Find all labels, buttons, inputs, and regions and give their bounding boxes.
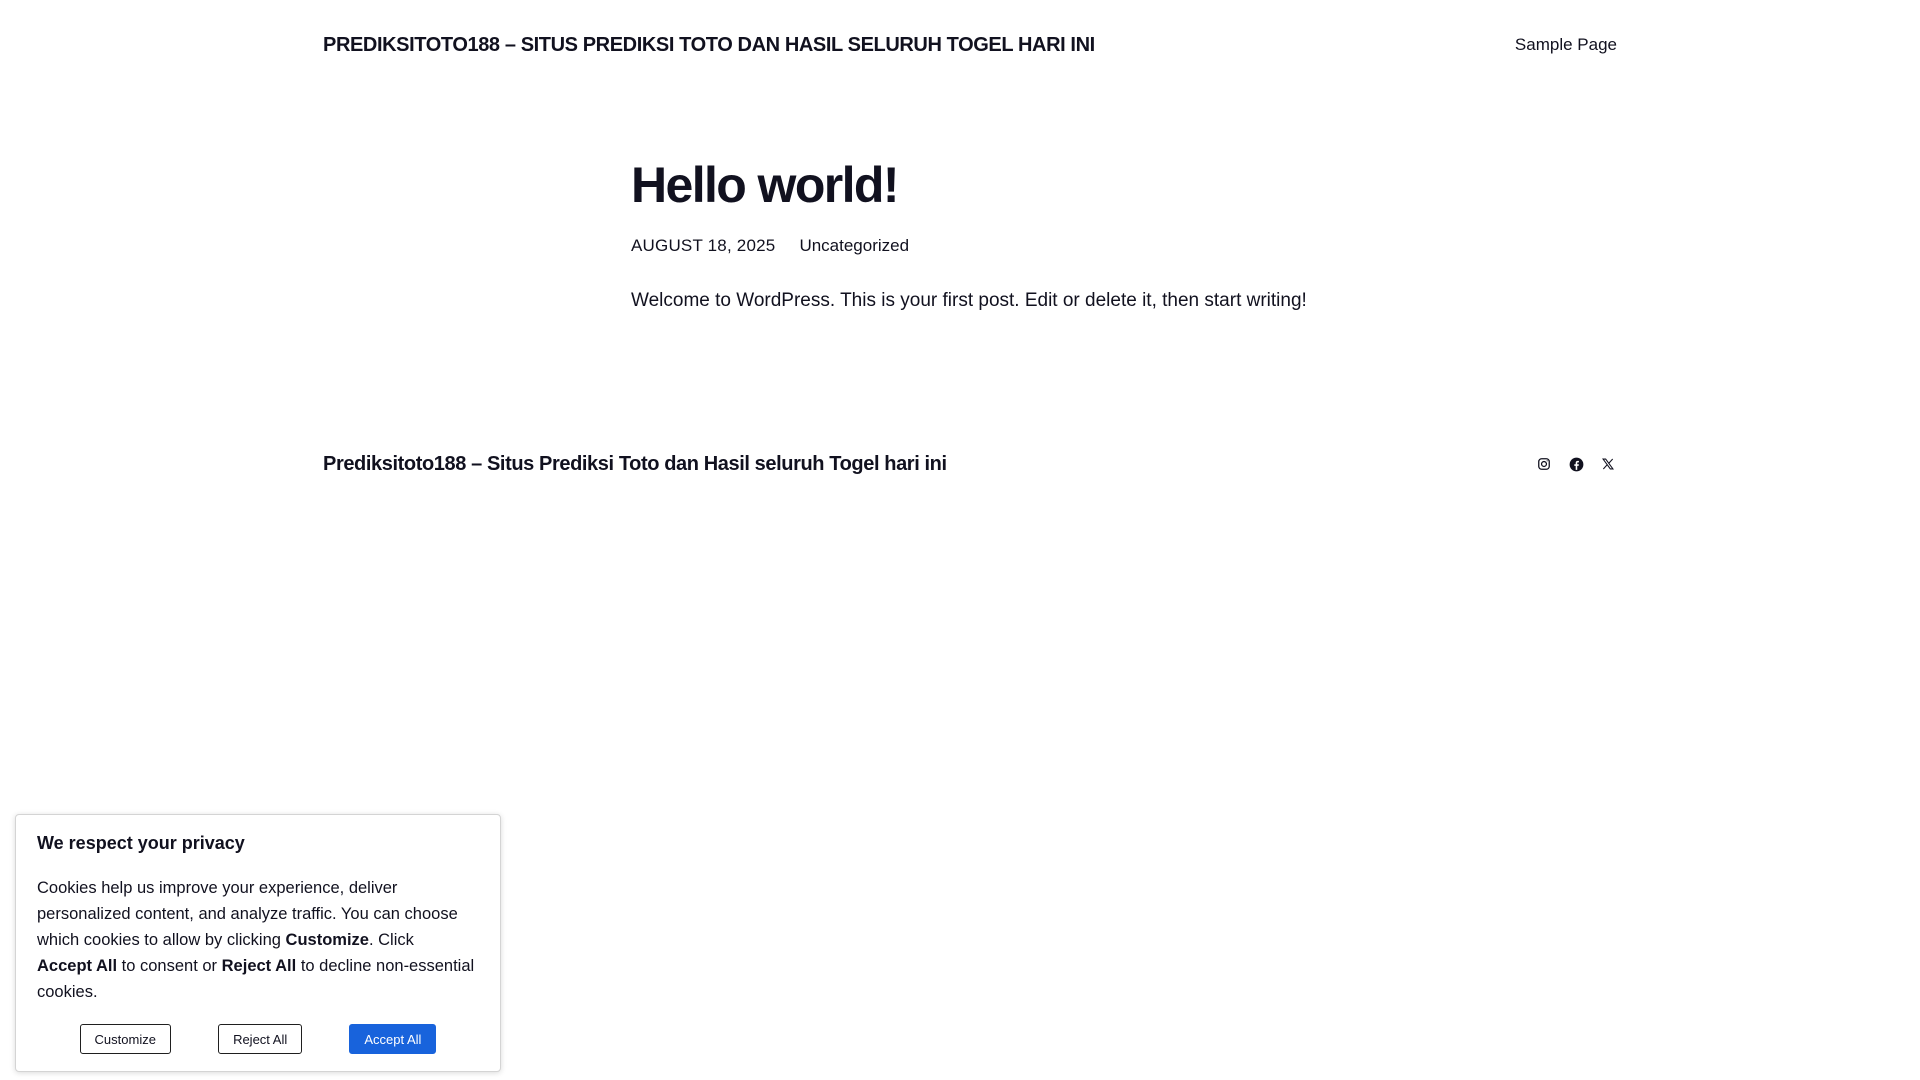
- post-category-link[interactable]: Uncategorized: [799, 236, 909, 256]
- facebook-icon[interactable]: [1567, 455, 1585, 473]
- cookie-actions: Customize Reject All Accept All: [16, 1024, 500, 1054]
- cookie-text-customize: Customize: [285, 931, 369, 949]
- reject-all-button[interactable]: Reject All: [218, 1024, 303, 1054]
- post-title: Hello world!: [631, 157, 900, 213]
- site-footer: Prediksitoto188 – Situs Prediksi Toto da…: [323, 449, 1617, 479]
- cookie-text-3: to consent or: [117, 957, 222, 975]
- primary-nav: Sample Page: [1515, 35, 1617, 55]
- cookie-text-reject: Reject All: [221, 957, 297, 975]
- nav-sample-page[interactable]: Sample Page: [1515, 35, 1617, 54]
- cookie-text-accept: Accept All: [37, 957, 118, 975]
- instagram-icon[interactable]: [1535, 455, 1553, 473]
- post: Hello world! AUGUST 18, 2025 Uncategoriz…: [631, 152, 1351, 334]
- cookie-consent-banner: We respect your privacy Cookies help us …: [15, 814, 501, 1072]
- customize-button[interactable]: Customize: [79, 1024, 171, 1054]
- site-title-link[interactable]: PREDIKSITOTO188 – SITUS PREDIKSI TOTO DA…: [323, 34, 1095, 57]
- footer-site-title-link[interactable]: Prediksitoto188 – Situs Prediksi Toto da…: [323, 453, 947, 476]
- x-icon[interactable]: [1599, 455, 1617, 473]
- cookie-text-2: . Click: [368, 931, 414, 949]
- social-links: [1535, 455, 1617, 473]
- post-content: Welcome to WordPress. This is your first…: [631, 290, 1307, 311]
- accept-all-button[interactable]: Accept All: [349, 1024, 437, 1054]
- post-meta: AUGUST 18, 2025 Uncategorized: [631, 236, 1351, 256]
- cookie-description: Cookies help us improve your experience,…: [37, 875, 479, 1005]
- site-header: PREDIKSITOTO188 – SITUS PREDIKSI TOTO DA…: [323, 30, 1617, 60]
- post-date: AUGUST 18, 2025: [631, 236, 776, 255]
- cookie-title: We respect your privacy: [37, 833, 245, 853]
